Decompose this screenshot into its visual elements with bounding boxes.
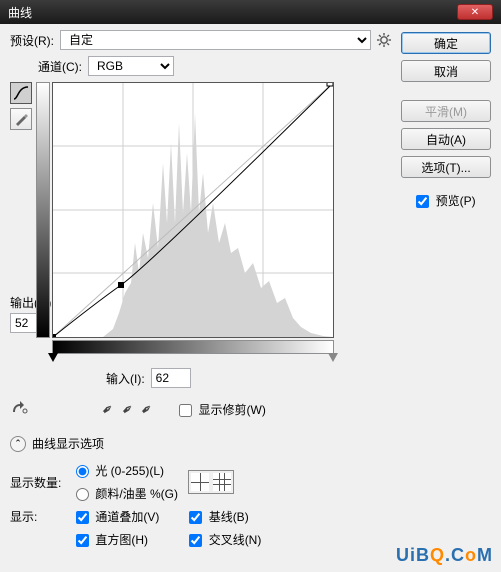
cancel-button[interactable]: 取消 — [401, 60, 491, 82]
channel-select[interactable]: RGB — [88, 56, 174, 76]
target-adjust-icon[interactable] — [10, 398, 32, 421]
baseline-checkbox[interactable]: 基线(B) — [189, 508, 261, 525]
white-point-slider[interactable] — [328, 353, 338, 362]
output-label: 输出(O): — [10, 294, 32, 311]
curve-tool-button[interactable] — [10, 82, 32, 104]
channel-row: 通道(C): RGB — [38, 56, 391, 76]
input-label: 输入(I): — [106, 370, 145, 387]
preset-select[interactable]: 自定 — [60, 30, 371, 50]
pigment-radio[interactable]: 颜料/油墨 %(G) — [76, 485, 178, 502]
preset-menu-icon[interactable] — [377, 33, 391, 47]
preset-label: 预设(R): — [10, 32, 54, 49]
light-radio[interactable]: 光 (0-255)(L) — [76, 462, 178, 479]
preview-checkbox[interactable]: 预览(P) — [416, 192, 475, 209]
gray-eyedropper-icon[interactable]: ✒ — [118, 399, 138, 420]
channel-label: 通道(C): — [38, 58, 82, 75]
grid-size-toggle[interactable] — [188, 470, 234, 494]
title-bar: 曲线 ✕ — [0, 0, 501, 24]
display-amount-label: 显示数量: — [10, 474, 66, 491]
collapse-toggle-icon[interactable]: ⌃ — [10, 436, 26, 452]
options-button[interactable]: 选项(T)... — [401, 156, 491, 178]
preset-row: 预设(R): 自定 — [10, 30, 391, 50]
histogram-checkbox[interactable]: 直方图(H) — [76, 531, 159, 548]
black-point-slider[interactable] — [48, 353, 58, 362]
channel-overlay-checkbox[interactable]: 通道叠加(V) — [76, 508, 159, 525]
output-gradient — [36, 82, 50, 338]
watermark: UiBQ.CoM — [396, 545, 493, 566]
curve-options-header: 曲线显示选项 — [32, 435, 104, 452]
curves-graph[interactable] — [52, 82, 334, 338]
black-eyedropper-icon[interactable]: ✒ — [98, 399, 118, 420]
white-eyedropper-icon[interactable]: ✒ — [137, 399, 157, 420]
auto-button[interactable]: 自动(A) — [401, 128, 491, 150]
ok-button[interactable]: 确定 — [401, 32, 491, 54]
grid-coarse-icon[interactable] — [191, 473, 209, 491]
show-clipping-checkbox[interactable]: 显示修剪(W) — [179, 401, 266, 418]
close-button[interactable]: ✕ — [457, 4, 493, 20]
input-gradient[interactable] — [52, 340, 334, 354]
input-input[interactable] — [151, 368, 191, 388]
smooth-button[interactable]: 平滑(M) — [401, 100, 491, 122]
show-label: 显示: — [10, 508, 66, 525]
grid-fine-icon[interactable] — [213, 473, 231, 491]
window-title: 曲线 — [8, 4, 32, 21]
intersection-checkbox[interactable]: 交叉线(N) — [189, 531, 261, 548]
pencil-tool-button[interactable] — [10, 108, 32, 130]
